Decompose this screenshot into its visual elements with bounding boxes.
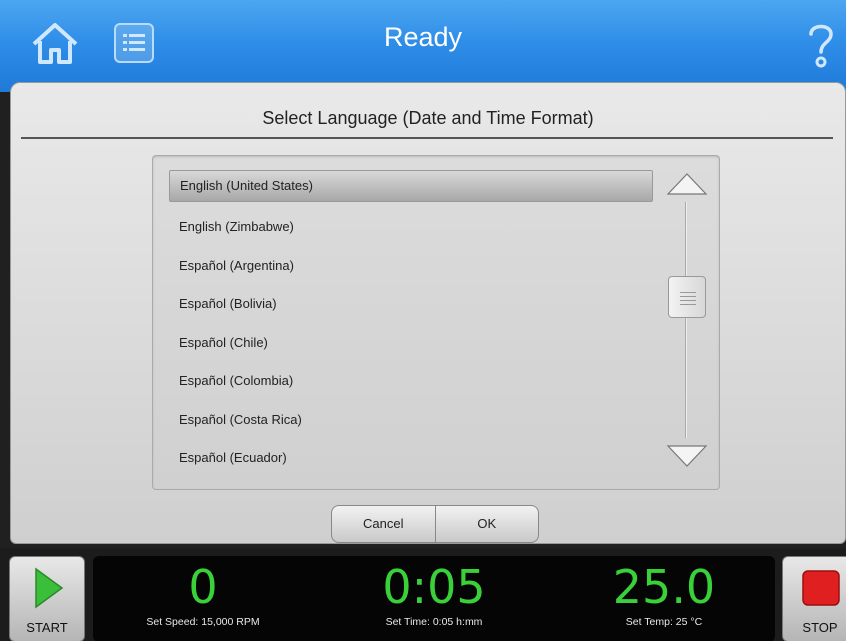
header-title: Ready — [383, 22, 463, 52]
cancel-button[interactable]: Cancel — [331, 505, 436, 543]
temp-value: 25.0 — [612, 560, 716, 614]
time-setpoint: Set Time: 0:05 h:mm — [385, 616, 483, 628]
scroll-down-icon — [666, 445, 708, 467]
stop-button[interactable]: STOP — [782, 556, 846, 641]
scrollbar-track[interactable] — [685, 202, 687, 438]
dialog-title: Select Language (Date and Time Format) — [262, 108, 594, 128]
language-item-selected[interactable]: English (United States) — [169, 170, 653, 202]
ok-button[interactable]: OK — [435, 505, 539, 543]
language-list: English (United States) English (Zimbabw… — [169, 170, 653, 478]
language-item[interactable]: Español (Ecuador) — [169, 439, 653, 478]
footer-bar: START 0 Set Speed: 15,000 RPM 0:05 Set T… — [0, 548, 846, 641]
time-value: 0:05 — [382, 560, 486, 614]
language-item[interactable]: Español (Chile) — [169, 324, 653, 363]
speed-value: 0 — [188, 560, 218, 614]
language-listbox[interactable]: English (United States) English (Zimbabw… — [152, 155, 720, 490]
language-item[interactable]: Español (Argentina) — [169, 247, 653, 286]
scroll-up-icon — [666, 173, 708, 195]
app-screen: Ready Select Language (Date and Time For… — [0, 0, 846, 641]
start-button[interactable]: START — [9, 556, 85, 641]
stop-label: STOP — [802, 620, 838, 635]
language-item[interactable]: English (Zimbabwe) — [169, 208, 653, 247]
start-label: START — [26, 620, 68, 635]
scrollbar-thumb[interactable] — [668, 276, 706, 318]
play-icon — [35, 567, 64, 609]
speed-readout: 0 Set Speed: 15,000 RPM — [93, 560, 313, 628]
scroll-up-button[interactable] — [665, 170, 709, 198]
temp-readout: 25.0 Set Temp: 25 °C — [554, 560, 774, 628]
header-bar: Ready — [0, 0, 846, 92]
language-dialog: Select Language (Date and Time Format) E… — [10, 82, 846, 544]
stop-icon — [802, 570, 840, 606]
language-item[interactable]: Español (Bolivia) — [169, 285, 653, 324]
dialog-buttons: Cancel OK — [331, 505, 539, 543]
help-icon — [809, 24, 833, 68]
scroll-down-button[interactable] — [665, 442, 709, 470]
language-item[interactable]: Español (Colombia) — [169, 362, 653, 401]
temp-setpoint: Set Temp: 25 °C — [625, 616, 703, 628]
status-display: 0 Set Speed: 15,000 RPM 0:05 Set Time: 0… — [93, 556, 775, 641]
speed-setpoint: Set Speed: 15,000 RPM — [146, 616, 260, 628]
language-item[interactable]: Español (Costa Rica) — [169, 401, 653, 440]
help-button[interactable] — [806, 20, 836, 72]
time-readout: 0:05 Set Time: 0:05 h:mm — [324, 560, 544, 628]
title-divider — [21, 137, 833, 139]
